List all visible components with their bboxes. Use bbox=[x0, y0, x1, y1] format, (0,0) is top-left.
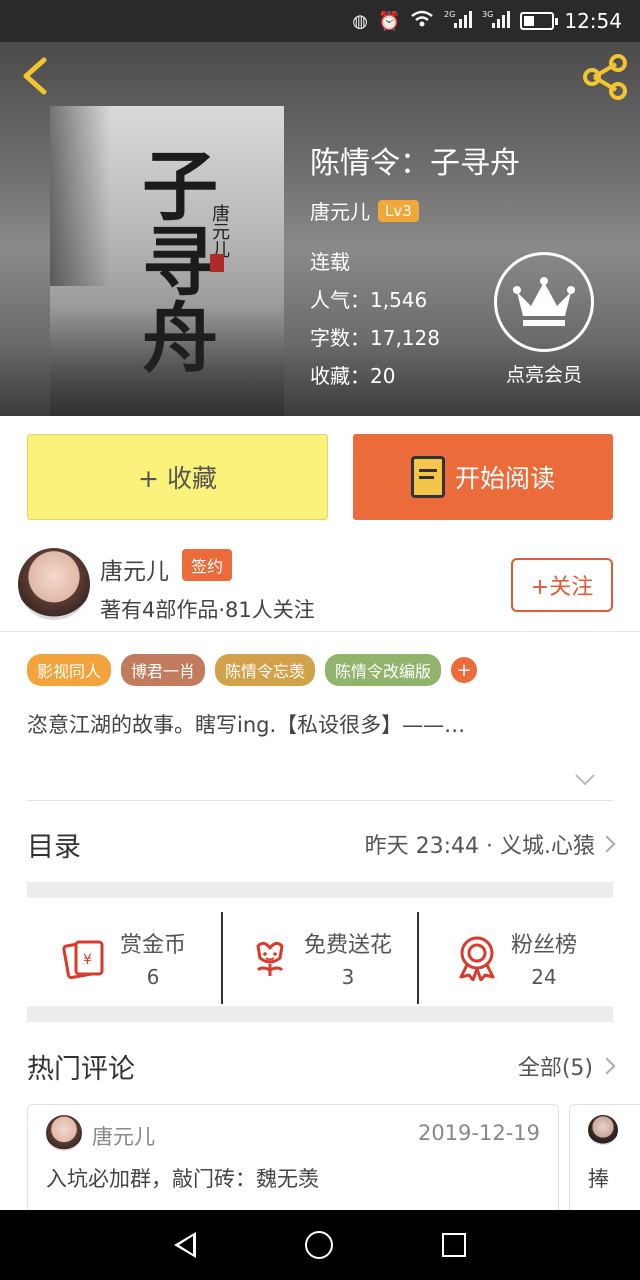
alarm-icon: ⏰ bbox=[377, 10, 401, 32]
chevron-down-icon bbox=[575, 774, 595, 786]
send-flower-button[interactable]: 免费送花 3 bbox=[223, 912, 419, 1004]
comment-text: 捧 bbox=[588, 1167, 609, 1191]
hot-comments-header: 热门评论 全部(5) bbox=[27, 1038, 616, 1094]
wifi-icon bbox=[410, 10, 434, 33]
tag-item[interactable]: 博君一肖 bbox=[121, 654, 206, 686]
crown-icon bbox=[494, 252, 594, 352]
book-word-count: 字数：17,128 bbox=[310, 326, 440, 350]
book-icon bbox=[410, 456, 445, 498]
tag-item[interactable]: 陈情令忘羡 bbox=[215, 654, 316, 686]
signal-3g-icon: 3G bbox=[482, 9, 511, 34]
vip-button[interactable]: 点亮会员 bbox=[492, 252, 596, 387]
comment-card[interactable]: 唐元儿 2019-12-19 入坑必加群，敲门砖：魏无羡 bbox=[27, 1104, 559, 1210]
favorite-button[interactable]: + 收藏 bbox=[27, 434, 328, 520]
status-bar: ◍ ⏰ 2G 3G 12:54 bbox=[0, 0, 640, 42]
share-button[interactable] bbox=[580, 52, 630, 102]
start-reading-label: 开始阅读 bbox=[454, 464, 555, 493]
follow-button[interactable]: +关注 bbox=[511, 558, 613, 612]
section-gap bbox=[27, 1006, 613, 1022]
support-actions: ¥ 赏金币 6 免费送花 3 粉丝榜 24 bbox=[27, 912, 613, 1004]
book-title: 陈情令：子寻舟 bbox=[310, 146, 520, 181]
data-saver-icon: ◍ bbox=[352, 10, 368, 32]
book-detail-body: + 收藏 开始阅读 唐元儿 签约 著有4部作品·81人关注 +关注 影视同人 博… bbox=[0, 416, 640, 1210]
book-header: 子寻舟 唐元儿 陈情令：子寻舟 唐元儿 Lv3 连载 人气：1,546 字数：1… bbox=[0, 42, 640, 416]
system-navigation-bar bbox=[0, 1210, 640, 1280]
book-favorites: 收藏：20 bbox=[310, 364, 396, 388]
toc-latest-label: 昨天 23:44 · 义城.心猿 bbox=[364, 834, 595, 859]
send-flower-label: 免费送花 bbox=[303, 933, 392, 958]
writer-stats: 著有4部作品·81人关注 bbox=[100, 598, 315, 622]
section-gap bbox=[27, 882, 613, 898]
all-comments-link[interactable]: 全部(5) bbox=[517, 1050, 616, 1082]
svg-text:3G: 3G bbox=[482, 10, 493, 19]
divider bbox=[27, 800, 613, 801]
cover-landscape bbox=[50, 306, 284, 416]
share-icon bbox=[583, 54, 627, 100]
back-arrow-icon bbox=[23, 57, 47, 95]
level-badge: Lv3 bbox=[378, 199, 419, 222]
book-intro[interactable]: 恣意江湖的故事。瞎写ing.【私设很多】——… bbox=[27, 710, 617, 741]
toc-latest-chapter: 昨天 23:44 · 义城.心猿 bbox=[364, 828, 616, 860]
battery-icon bbox=[520, 12, 559, 30]
fan-ranking-label: 粉丝榜 bbox=[510, 933, 577, 958]
reward-coins-count: 6 bbox=[146, 965, 160, 989]
comment-card[interactable]: 捧 bbox=[569, 1104, 640, 1210]
comment-author: 唐元儿 bbox=[92, 1125, 155, 1149]
nav-recents-icon[interactable] bbox=[441, 1233, 466, 1257]
writer-avatar[interactable] bbox=[18, 548, 90, 620]
status-time: 12:54 bbox=[564, 9, 622, 33]
tag-list: 影视同人 博君一肖 陈情令忘羡 陈情令改编版 + bbox=[27, 654, 478, 686]
comment-date: 2019-12-19 bbox=[417, 1121, 540, 1145]
hot-comments-title: 热门评论 bbox=[27, 1053, 135, 1085]
back-button[interactable] bbox=[14, 54, 58, 98]
writer-section: 唐元儿 签约 著有4部作品·81人关注 +关注 bbox=[0, 536, 640, 632]
comment-avatar[interactable] bbox=[46, 1115, 82, 1151]
book-status: 连载 bbox=[310, 250, 350, 274]
tag-item[interactable]: 影视同人 bbox=[27, 654, 112, 686]
chevron-right-icon bbox=[598, 1057, 616, 1075]
nav-home-icon[interactable] bbox=[304, 1231, 333, 1259]
reward-coins-label: 赏金币 bbox=[119, 933, 186, 958]
table-of-contents-row[interactable]: 目录 昨天 23:44 · 义城.心猿 bbox=[27, 804, 616, 884]
cover-tree-art bbox=[50, 106, 110, 286]
fan-ranking-button[interactable]: 粉丝榜 24 bbox=[419, 912, 613, 1004]
writer-name[interactable]: 唐元儿 bbox=[100, 552, 169, 586]
medal-icon bbox=[459, 936, 495, 981]
vip-label: 点亮会员 bbox=[505, 364, 582, 386]
flower-icon bbox=[256, 941, 284, 976]
tag-item[interactable]: 陈情令改编版 bbox=[325, 654, 442, 686]
book-popularity: 人气：1,546 bbox=[310, 288, 428, 312]
cover-author: 唐元儿 bbox=[209, 204, 230, 258]
svg-text:¥: ¥ bbox=[83, 952, 92, 968]
all-comments-label: 全部(5) bbox=[517, 1056, 593, 1081]
book-author-row: 唐元儿 Lv3 bbox=[310, 196, 419, 225]
start-reading-button[interactable]: 开始阅读 bbox=[353, 434, 613, 520]
reward-coins-button[interactable]: ¥ 赏金币 6 bbox=[27, 912, 223, 1004]
signal-2g-icon: 2G bbox=[444, 9, 473, 34]
comment-avatar[interactable] bbox=[588, 1115, 618, 1145]
book-author[interactable]: 唐元儿 bbox=[310, 196, 370, 225]
comment-text: 入坑必加群，敲门砖：魏无羡 bbox=[46, 1167, 319, 1191]
chevron-right-icon bbox=[598, 835, 616, 853]
nav-back-icon[interactable] bbox=[174, 1232, 197, 1258]
send-flower-count: 3 bbox=[341, 965, 355, 989]
expand-intro-button[interactable] bbox=[574, 772, 596, 791]
fan-ranking-count: 24 bbox=[531, 965, 557, 989]
toc-title: 目录 bbox=[27, 831, 81, 863]
cover-seal bbox=[210, 254, 224, 272]
signed-badge: 签约 bbox=[182, 549, 233, 581]
add-tag-button[interactable]: + bbox=[451, 657, 478, 683]
book-cover[interactable]: 子寻舟 唐元儿 bbox=[50, 106, 284, 416]
svg-text:2G: 2G bbox=[444, 10, 455, 19]
red-envelope-icon: ¥ bbox=[62, 940, 104, 980]
